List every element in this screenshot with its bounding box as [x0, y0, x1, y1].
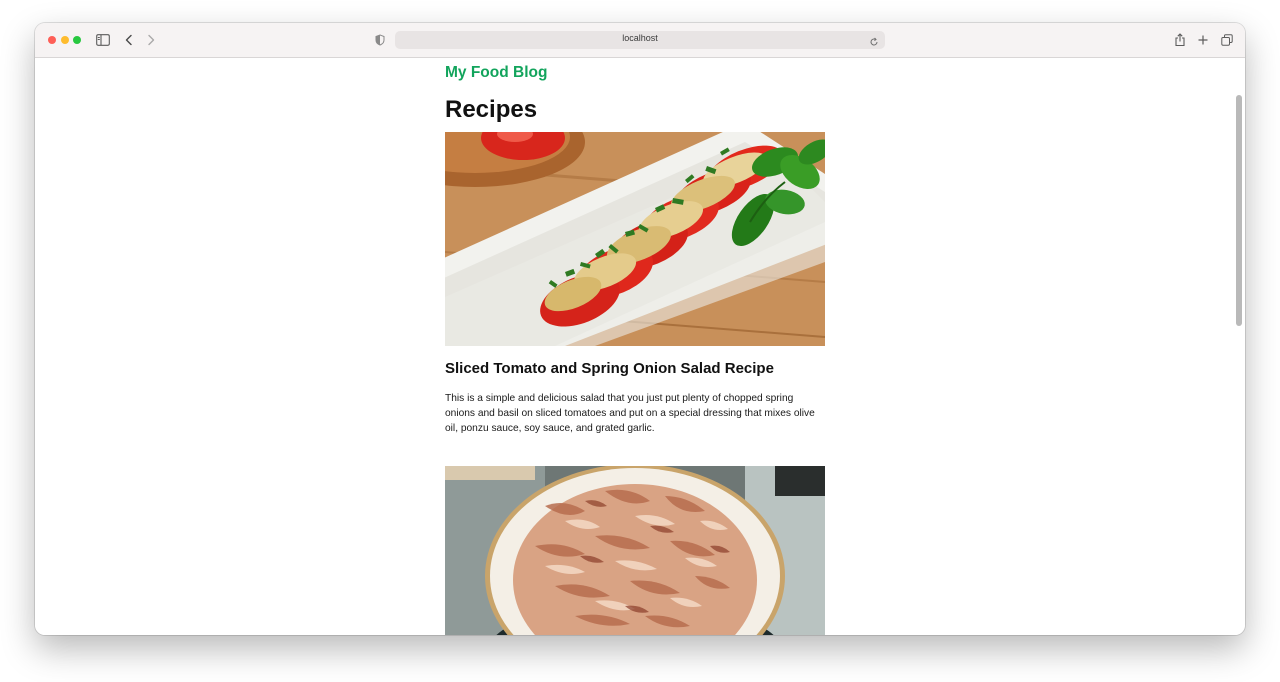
- page-title: Recipes: [445, 96, 538, 123]
- privacy-shield-icon[interactable]: [371, 31, 389, 49]
- address-url: localhost: [622, 33, 658, 43]
- reload-icon[interactable]: [869, 34, 881, 46]
- close-window-button[interactable]: [48, 36, 56, 44]
- recipe-image-tomato-salad[interactable]: [445, 132, 825, 346]
- recipe-image-bonito-flakes[interactable]: [445, 466, 825, 635]
- new-tab-icon[interactable]: [1194, 31, 1212, 49]
- share-icon[interactable]: [1171, 31, 1189, 49]
- browser-toolbar: localhost: [35, 23, 1245, 58]
- minimize-window-button[interactable]: [61, 36, 69, 44]
- blog-title-link[interactable]: My Food Blog: [445, 64, 547, 82]
- back-icon[interactable]: [120, 31, 138, 49]
- address-bar[interactable]: localhost: [395, 31, 885, 49]
- tab-overview-icon[interactable]: [1218, 31, 1236, 49]
- sidebar-toggle-icon[interactable]: [94, 31, 112, 49]
- page-viewport: My Food Blog Recipes Sliced Tomato and S…: [35, 58, 1245, 635]
- zoom-window-button[interactable]: [73, 36, 81, 44]
- recipe-title[interactable]: Sliced Tomato and Spring Onion Salad Rec…: [445, 360, 774, 377]
- recipe-description: This is a simple and delicious salad tha…: [445, 393, 815, 434]
- forward-icon[interactable]: [142, 31, 160, 49]
- page-scrollbar[interactable]: [1236, 95, 1242, 326]
- browser-window: localhost My Food Blog Recipes Sliced To…: [35, 23, 1245, 635]
